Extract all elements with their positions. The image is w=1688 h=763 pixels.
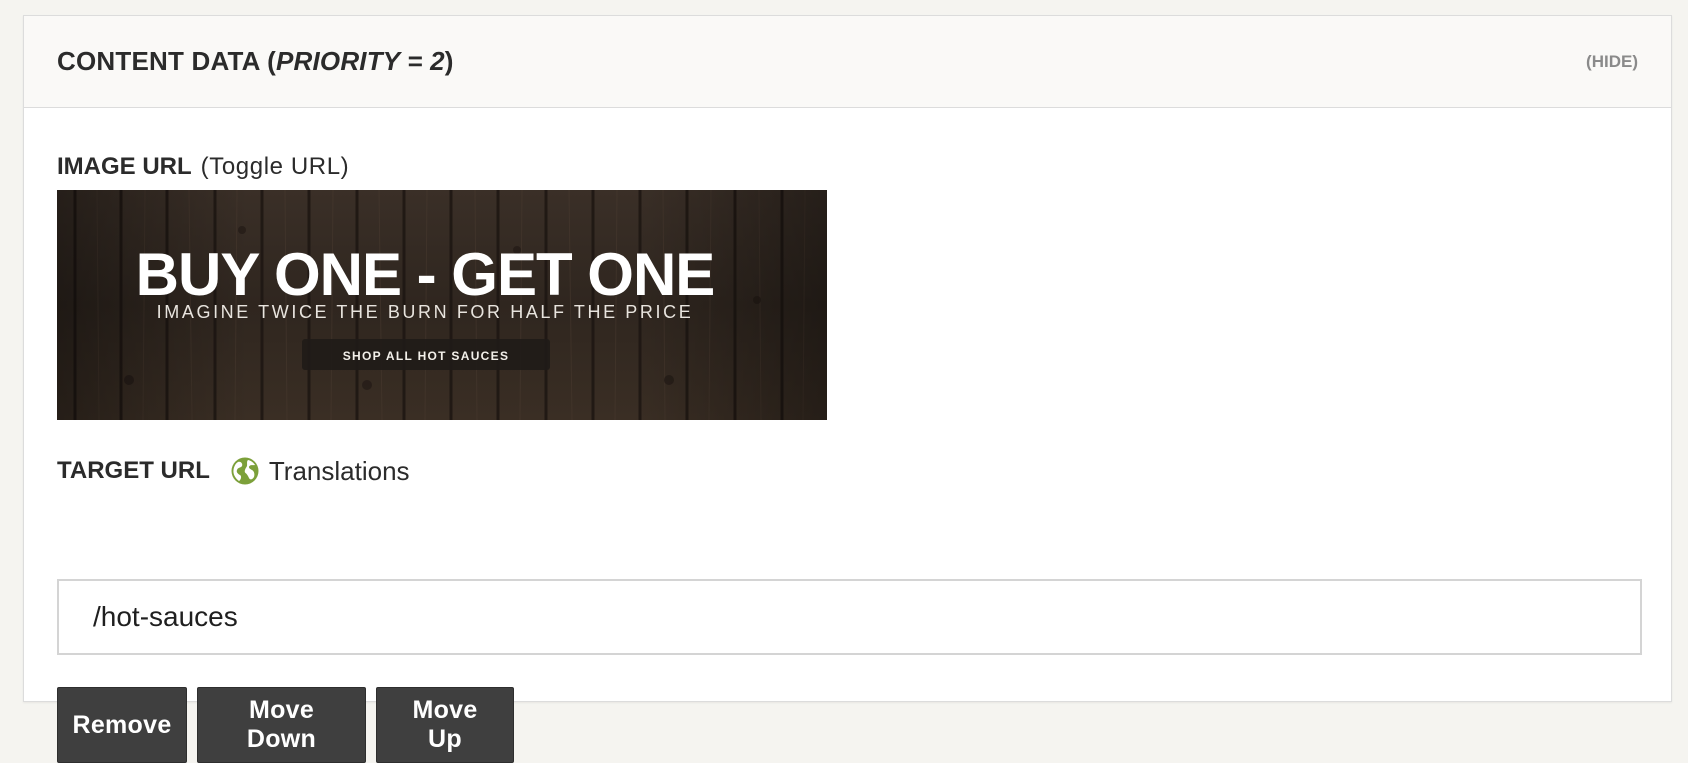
remove-button[interactable]: Remove <box>57 687 187 763</box>
banner-headline: BUY ONE - GET ONE <box>136 241 715 308</box>
translations-link[interactable]: Translations <box>269 456 410 487</box>
action-buttons: Remove Move Down Move Up <box>57 687 514 763</box>
image-url-label: IMAGE URL <box>57 153 192 180</box>
image-url-label-row: IMAGE URL (Toggle URL) <box>57 152 349 182</box>
panel-title: CONTENT DATA (PRIORITY = 2) <box>57 46 454 77</box>
target-url-input[interactable] <box>57 579 1642 655</box>
move-up-button[interactable]: Move Up <box>376 687 514 763</box>
panel-header: CONTENT DATA (PRIORITY = 2) (HIDE) <box>24 16 1671 108</box>
target-url-label-row: TARGET URL Translations <box>57 454 410 488</box>
panel-title-priority: PRIORITY = 2 <box>275 46 445 76</box>
banner-image: BUY ONE - GET ONE IMAGINE TWICE THE BURN… <box>57 190 827 420</box>
globe-icon[interactable] <box>230 456 260 486</box>
banner-subline: IMAGINE TWICE THE BURN FOR HALF THE PRIC… <box>157 302 694 322</box>
panel-title-prefix: CONTENT DATA ( <box>57 46 276 76</box>
toggle-url-link[interactable]: (Toggle URL) <box>201 153 350 181</box>
banner-cta-label: SHOP ALL HOT SAUCES <box>343 349 510 363</box>
target-url-label: TARGET URL <box>57 457 210 484</box>
banner-svg: BUY ONE - GET ONE IMAGINE TWICE THE BURN… <box>57 190 827 420</box>
hide-link[interactable]: (HIDE) <box>1586 52 1638 72</box>
move-down-button[interactable]: Move Down <box>197 687 366 763</box>
content-data-panel: CONTENT DATA (PRIORITY = 2) (HIDE) IMAGE… <box>23 15 1672 763</box>
panel-title-suffix: ) <box>444 46 454 76</box>
